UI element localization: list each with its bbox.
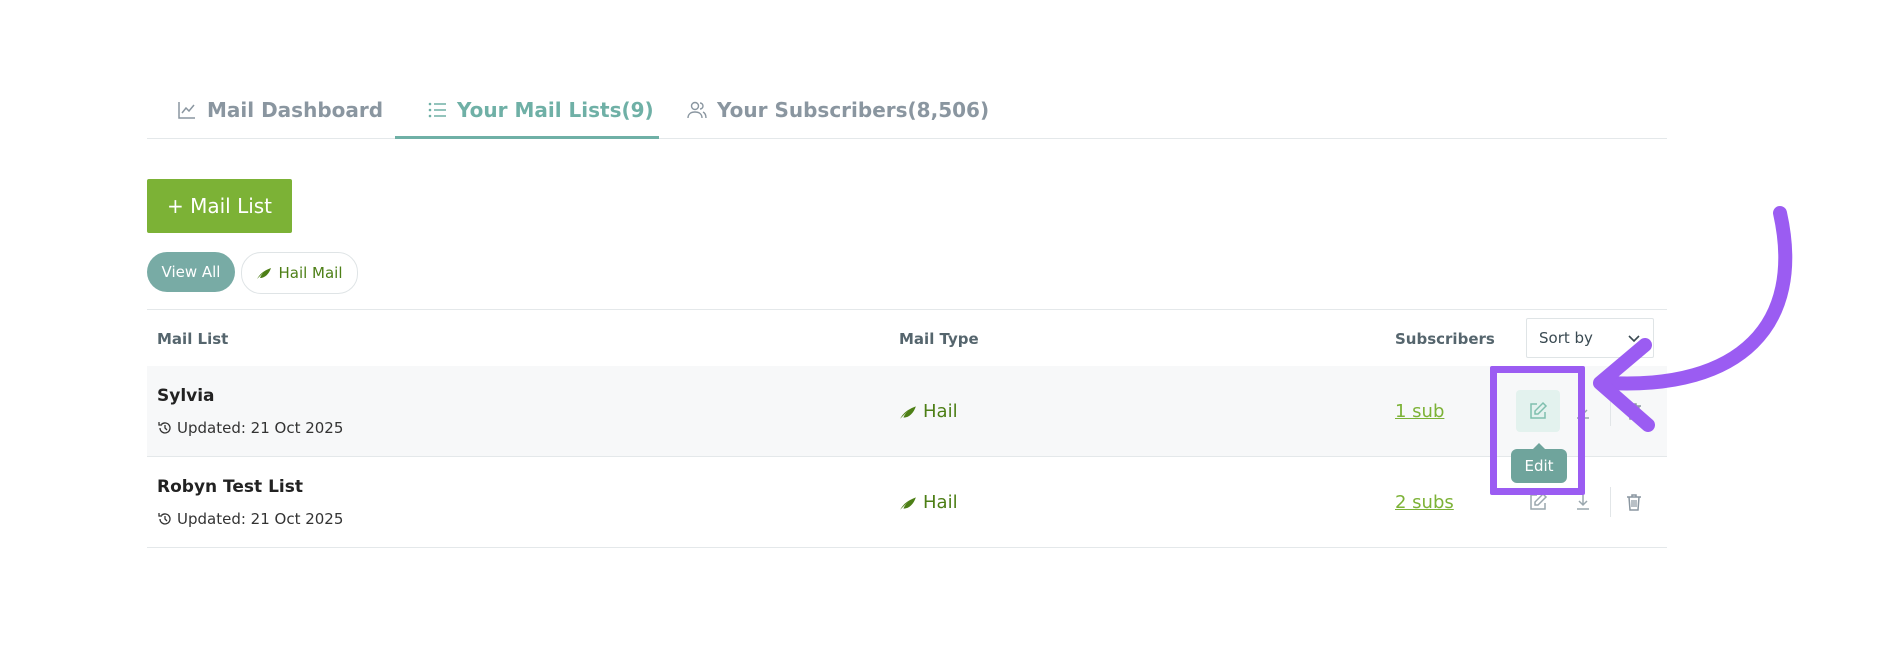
users-icon [687, 101, 707, 119]
annotation-arrow-icon [1593, 206, 1793, 432]
table-row: Robyn Test List Updated: 21 Oct 2025 Hai… [147, 457, 1667, 548]
table-header: Mail List Mail Type Subscribers Sort by [147, 309, 1667, 367]
mail-type-label: Hail [923, 401, 958, 422]
delete-button[interactable] [1612, 481, 1656, 523]
list-name[interactable]: Robyn Test List [157, 477, 303, 497]
tab-mail-dashboard[interactable]: Mail Dashboard [177, 82, 383, 138]
leaf-icon [900, 496, 916, 510]
updated-text: Updated: 21 Oct 2025 [177, 419, 344, 437]
tab-label: Your Mail Lists(9) [457, 98, 654, 122]
history-icon [158, 422, 171, 434]
list-name[interactable]: Sylvia [157, 386, 215, 406]
list-icon [428, 102, 446, 118]
filter-view-all[interactable]: View All [147, 252, 235, 292]
line-chart-icon [178, 102, 195, 119]
history-icon [158, 513, 171, 525]
tab-label: Your Subscribers(8,506) [717, 98, 990, 122]
mail-type: Hail [899, 492, 958, 513]
mail-type: Hail [899, 401, 958, 422]
subscribers-link[interactable]: 2 subs [1395, 492, 1454, 513]
updated-text: Updated: 21 Oct 2025 [177, 510, 344, 528]
updated-date: Updated: 21 Oct 2025 [157, 419, 343, 437]
tab-bar: Mail Dashboard Your Mail Lists(9) Your S… [147, 82, 1667, 139]
active-tab-indicator [395, 136, 659, 139]
highlight-box [1490, 366, 1585, 495]
add-mail-list-button[interactable]: + Mail List [147, 179, 292, 233]
tab-subscribers[interactable]: Your Subscribers(8,506) [687, 82, 989, 138]
filter-label: Hail Mail [278, 264, 343, 282]
table-row: Sylvia Updated: 21 Oct 2025 Hail 1 sub [147, 366, 1667, 457]
updated-date: Updated: 21 Oct 2025 [157, 510, 343, 528]
tab-mail-lists[interactable]: Your Mail Lists(9) [427, 82, 654, 138]
column-subscribers: Subscribers [1395, 330, 1495, 348]
column-mail-list: Mail List [157, 330, 229, 348]
edit-icon [1530, 492, 1548, 510]
download-icon [1577, 495, 1589, 510]
trash-icon [1627, 494, 1641, 511]
leaf-icon [257, 268, 272, 279]
subscribers-link[interactable]: 1 sub [1395, 401, 1444, 422]
action-divider [1610, 487, 1611, 517]
column-mail-type: Mail Type [899, 330, 979, 348]
tab-label: Mail Dashboard [207, 98, 384, 122]
filter-hail-mail[interactable]: Hail Mail [241, 252, 358, 294]
leaf-icon [900, 405, 916, 419]
mail-type-label: Hail [923, 492, 958, 513]
sort-label: Sort by [1539, 329, 1593, 347]
